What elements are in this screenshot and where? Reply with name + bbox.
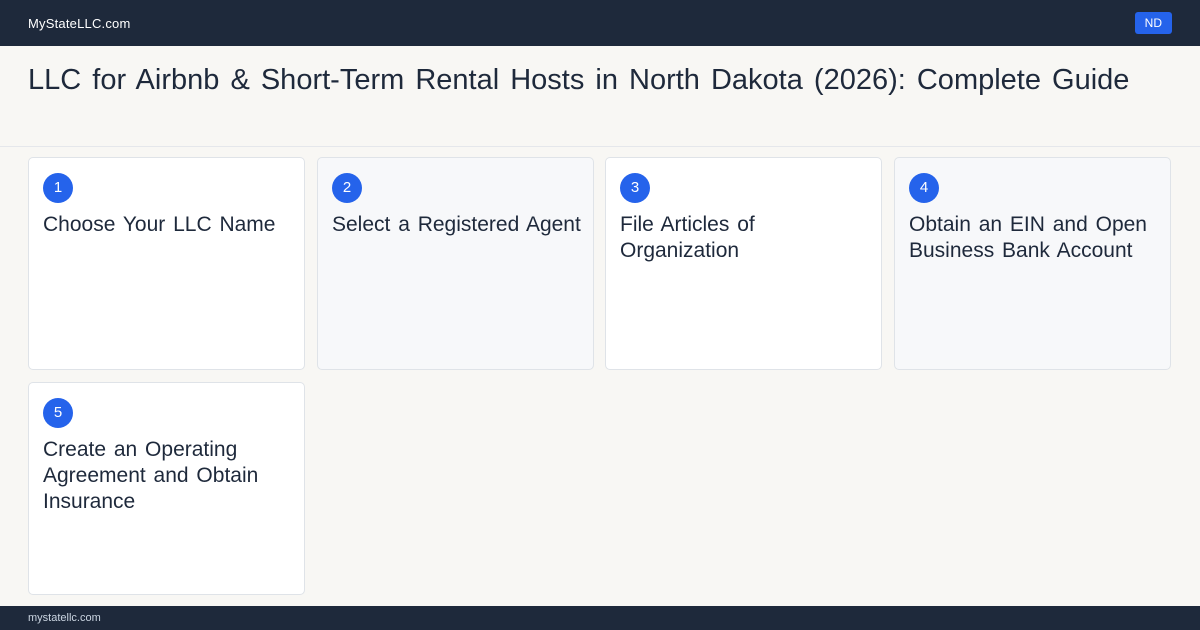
page-title: LLC for Airbnb & Short-Term Rental Hosts… — [28, 64, 1130, 96]
step-card-4[interactable]: 4 Obtain an EIN and Open Business Bank A… — [894, 157, 1171, 370]
step-title: Obtain an EIN and Open Business Bank Acc… — [909, 213, 1147, 262]
step-title: File Articles of Organization — [620, 213, 755, 262]
state-badge[interactable]: ND — [1134, 12, 1172, 34]
page-header: LLC for Airbnb & Short-Term Rental Hosts… — [0, 46, 1200, 147]
step-title: Choose Your LLC Name — [43, 213, 276, 236]
step-card-1[interactable]: 1 Choose Your LLC Name — [28, 157, 305, 370]
step-number-badge: 2 — [332, 173, 362, 203]
step-title: Create an Operating Agreement and Obtain… — [43, 438, 259, 513]
step-card-2[interactable]: 2 Select a Registered Agent — [317, 157, 594, 370]
step-number-badge: 1 — [43, 173, 73, 203]
step-card-3[interactable]: 3 File Articles of Organization — [605, 157, 882, 370]
step-number-badge: 4 — [909, 173, 939, 203]
footer-bar: mystatellc.com — [0, 606, 1200, 630]
site-name-link[interactable]: MyStateLLC.com — [28, 16, 131, 31]
step-number-badge: 5 — [43, 398, 73, 428]
step-number-badge: 3 — [620, 173, 650, 203]
top-nav-bar: MyStateLLC.com ND — [0, 0, 1200, 46]
step-title: Select a Registered Agent — [332, 213, 581, 236]
footer-domain: mystatellc.com — [28, 612, 101, 624]
step-card-5[interactable]: 5 Create an Operating Agreement and Obta… — [28, 382, 305, 595]
